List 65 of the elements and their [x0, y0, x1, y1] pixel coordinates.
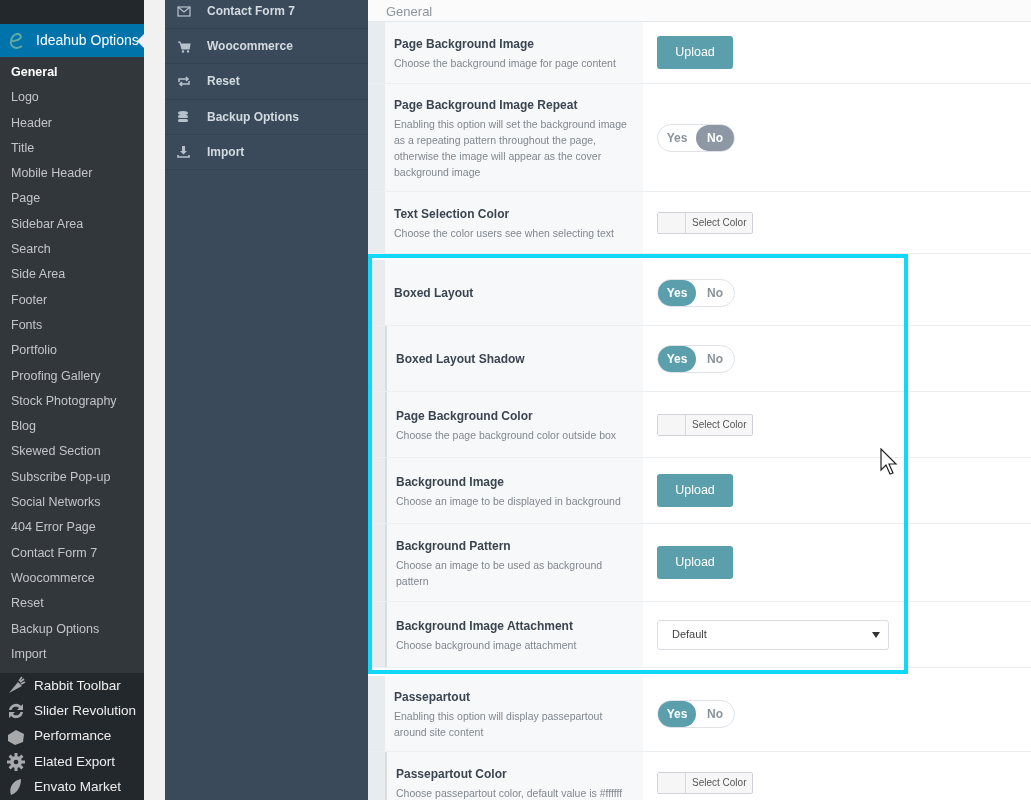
- option-description: Choose the background image for page content: [394, 56, 617, 71]
- option-title: Background Image Attachment: [396, 618, 574, 635]
- option-title: Boxed Layout Shadow: [396, 351, 526, 368]
- option-description: Choose background image attachment: [396, 638, 578, 653]
- submenu-item[interactable]: Logo: [0, 85, 144, 111]
- option-description: Choose an image to be displayed in background: [396, 494, 622, 509]
- database-icon: [177, 110, 191, 124]
- color-picker-button[interactable]: Select Color: [657, 211, 754, 234]
- submenu-item[interactable]: Skewed Section: [0, 439, 144, 465]
- option-description: Enabling this option will set the background image as a repeating pattern throughout the page, otherwise the image will appear as the cover background image: [394, 117, 628, 180]
- download-icon: [177, 145, 191, 159]
- submenu-item[interactable]: Social Networks: [0, 490, 144, 516]
- menu-item[interactable]: Performance: [0, 723, 144, 750]
- menu-item[interactable]: Slider Revolution: [0, 698, 144, 724]
- submenu-item[interactable]: Header: [0, 110, 144, 136]
- submenu-item[interactable]: Blog: [0, 414, 144, 440]
- option-title: Boxed Layout: [394, 285, 475, 302]
- submenu-item[interactable]: Contact Form 7: [0, 540, 144, 566]
- submenu-item[interactable]: Search: [0, 237, 144, 263]
- option-description: Choose an image to be used as background pattern: [396, 558, 604, 589]
- submenu-item[interactable]: Mobile Header: [0, 161, 144, 187]
- repeat-icon: [177, 74, 191, 88]
- option-title: Text Selection Color: [394, 206, 511, 223]
- gear-icon: [6, 751, 26, 772]
- option-description: Choose the color users see when selecting text: [394, 226, 616, 241]
- menu-item[interactable]: Elated Export: [0, 749, 144, 775]
- color-picker-button[interactable]: Select Color: [657, 413, 754, 436]
- option-title: Page Background Color: [396, 408, 534, 425]
- caret-icon: [872, 631, 880, 638]
- submenu-item[interactable]: Stock Photography: [0, 388, 144, 415]
- submenu-item[interactable]: Import: [0, 641, 144, 668]
- nav-item[interactable]: Contact Form 7: [165, 0, 368, 30]
- submenu-item[interactable]: Reset: [0, 591, 144, 617]
- submenu-item[interactable]: General: [0, 60, 144, 86]
- carrot-icon: [6, 675, 26, 696]
- option-description: Choose the page background color outside box: [396, 428, 618, 443]
- envelope-icon: [177, 4, 191, 18]
- option-title: Page Background Image Repeat: [394, 97, 579, 114]
- color-picker-button[interactable]: Select Color: [657, 771, 754, 794]
- submenu-item[interactable]: Subscribe Pop-up: [0, 464, 144, 491]
- cart-icon: [177, 39, 191, 53]
- menu-item[interactable]: Rabbit Toolbar: [0, 673, 144, 699]
- submenu-item[interactable]: Portfolio: [0, 338, 144, 364]
- submenu-item[interactable]: Sidebar Area: [0, 211, 144, 238]
- submenu-item[interactable]: Woocommerce: [0, 565, 144, 592]
- option-description: Enabling this option will display passepartout around site content: [394, 709, 604, 740]
- submenu-item[interactable]: Side Area: [0, 262, 144, 288]
- option-title: Page Background Image: [394, 36, 536, 53]
- cursor-icon: [880, 448, 898, 476]
- menu-item[interactable]: Ideahub Options: [0, 24, 144, 57]
- option-title: Background Image: [396, 474, 506, 491]
- submenu-item[interactable]: Fonts: [0, 312, 144, 339]
- section-title: General: [386, 4, 433, 19]
- option-title: Passepartout Color: [396, 766, 508, 783]
- submenu-item[interactable]: Proofing Gallery: [0, 363, 144, 389]
- submenu-item[interactable]: 404 Error Page: [0, 515, 144, 541]
- option-title: Passepartout: [394, 689, 472, 706]
- submenu-item[interactable]: Backup Options: [0, 616, 144, 642]
- submenu-item[interactable]: Title: [0, 135, 144, 162]
- option-title: Background Pattern: [396, 538, 512, 555]
- submenu-item[interactable]: Footer: [0, 287, 144, 313]
- submenu-item[interactable]: Page: [0, 186, 144, 212]
- menu-item[interactable]: Envato Market: [0, 774, 144, 800]
- option-description: Choose passepartout color, default value is #ffffff: [396, 786, 624, 800]
- select-field[interactable]: Default: [657, 619, 889, 650]
